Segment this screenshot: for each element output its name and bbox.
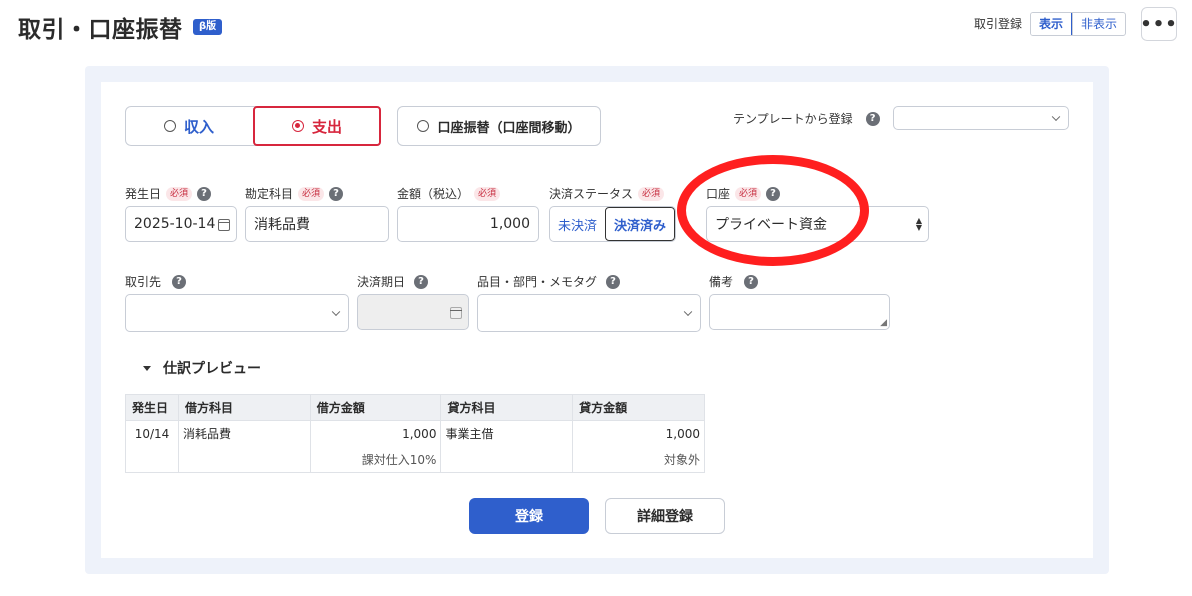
template-select[interactable] xyxy=(893,106,1069,130)
settled-option[interactable]: 決済済み xyxy=(605,207,676,241)
help-icon[interactable]: ? xyxy=(606,274,621,289)
template-label: テンプレートから登録 xyxy=(733,112,853,126)
table-header-row: 発生日 借方科目 借方金額 貸方科目 貸方金額 xyxy=(125,394,705,421)
row-credit-amount: 1,000 xyxy=(572,420,705,447)
column-header: 借方金額 xyxy=(309,394,442,421)
row-credit-item: 事業主借 xyxy=(440,420,574,447)
income-label: 収入 xyxy=(183,117,214,136)
amount-label: 金額（税込） xyxy=(397,187,470,201)
account-item-label: 勘定科目 xyxy=(245,187,294,201)
column-header: 借方科目 xyxy=(177,394,311,421)
display-toggle: 表示 非表示 xyxy=(1030,12,1127,36)
more-icon: ••• xyxy=(1140,13,1178,35)
expense-button[interactable]: 支出 xyxy=(253,106,381,146)
help-icon[interactable]: ? xyxy=(414,274,429,289)
hide-option[interactable]: 非表示 xyxy=(1072,13,1125,35)
tags-label-row: 品目・部門・メモタグ ? xyxy=(477,273,621,290)
income-button[interactable]: 収入 xyxy=(125,106,253,146)
tags-label: 品目・部門・メモタグ xyxy=(477,275,598,289)
date-label: 発生日 xyxy=(125,187,162,201)
required-badge: 必須 xyxy=(166,186,193,201)
required-badge: 必須 xyxy=(735,186,762,201)
memo-textarea[interactable]: ◢ xyxy=(709,294,890,330)
preview-toggle[interactable]: 仕訳プレビュー xyxy=(143,358,261,378)
journal-preview-table: 発生日 借方科目 借方金額 貸方科目 貸方金額 10/14 消耗品費 1,000… xyxy=(125,394,705,473)
date-input[interactable]: 2025-10-14 xyxy=(125,206,237,242)
due-date-input[interactable] xyxy=(357,294,469,330)
amount-input[interactable]: 1,000 xyxy=(397,206,539,242)
table-row: 10/14 消耗品費 1,000 事業主借 1,000 xyxy=(125,420,705,447)
date-value: 2025-10-14 xyxy=(134,216,216,232)
account-item-input[interactable]: 消耗品費 xyxy=(245,206,389,242)
row-debit-item: 消耗品費 xyxy=(177,420,311,447)
account-item-label-row: 勘定科目 必須 ? xyxy=(245,185,344,202)
page-title: 取引・口座振替 xyxy=(18,17,183,43)
column-header: 貸方科目 xyxy=(440,394,574,421)
table-row-tax: 課対仕入10% 対象外 xyxy=(125,446,705,473)
calendar-icon[interactable] xyxy=(218,219,230,231)
select-arrows-icon: ▲ ▼ xyxy=(915,216,922,232)
column-header: 発生日 xyxy=(125,394,179,421)
more-menu-button[interactable]: ••• xyxy=(1140,7,1178,41)
wallet-value: プライベート資金 xyxy=(715,217,827,233)
partner-label-row: 取引先 ? xyxy=(125,273,187,290)
preview-title: 仕訳プレビュー xyxy=(163,361,261,377)
status-toggle: 未決済 決済済み xyxy=(549,206,677,242)
help-icon[interactable]: ? xyxy=(329,186,344,201)
partner-label: 取引先 xyxy=(125,275,162,289)
memo-label: 備考 xyxy=(709,275,734,289)
account-item-value: 消耗品費 xyxy=(254,217,310,233)
date-label-row: 発生日 必須 ? xyxy=(125,185,212,202)
partner-select[interactable] xyxy=(125,294,349,332)
expense-label: 支出 xyxy=(311,117,342,136)
wallet-label-row: 口座 必須 ? xyxy=(706,185,781,202)
chevron-down-icon xyxy=(683,307,693,317)
radio-icon xyxy=(163,120,176,132)
register-button[interactable]: 登録 xyxy=(469,498,589,534)
wallet-select[interactable]: プライベート資金 ▲ ▼ xyxy=(706,206,929,242)
chevron-down-icon xyxy=(1051,112,1061,122)
resize-handle-icon[interactable]: ◢ xyxy=(880,318,887,328)
status-label: 決済ステータス xyxy=(549,187,634,201)
calendar-icon xyxy=(450,307,462,319)
transfer-button[interactable]: 口座振替（口座間移動） xyxy=(397,106,601,146)
due-date-label: 決済期日 xyxy=(357,275,406,289)
template-label-row: テンプレートから登録 ? xyxy=(733,110,880,127)
tags-select[interactable] xyxy=(477,294,701,332)
memo-label-row: 備考 ? xyxy=(709,273,759,290)
row-debit-tax: 課対仕入10% xyxy=(309,446,442,473)
help-icon[interactable]: ? xyxy=(197,186,212,201)
amount-label-row: 金額（税込） 必須 xyxy=(397,185,501,202)
row-date: 10/14 xyxy=(125,420,179,447)
detail-register-button[interactable]: 詳細登録 xyxy=(605,498,725,534)
row-debit-amount: 1,000 xyxy=(309,420,442,447)
radio-selected-icon xyxy=(291,120,304,132)
wallet-label: 口座 xyxy=(706,187,731,201)
due-date-label-row: 決済期日 ? xyxy=(357,273,429,290)
register-display-label: 取引登録 xyxy=(974,17,1023,31)
status-label-row: 決済ステータス 必須 xyxy=(549,185,665,202)
required-badge: 必須 xyxy=(474,186,501,201)
required-badge: 必須 xyxy=(298,186,325,201)
help-icon[interactable]: ? xyxy=(766,186,781,201)
required-badge: 必須 xyxy=(638,186,665,201)
amount-value: 1,000 xyxy=(489,216,530,232)
help-icon[interactable]: ? xyxy=(744,274,759,289)
show-option[interactable]: 表示 xyxy=(1031,13,1073,35)
beta-badge: β版 xyxy=(193,19,223,35)
radio-icon xyxy=(417,120,430,132)
column-header: 貸方金額 xyxy=(572,394,705,421)
caret-down-icon xyxy=(143,365,151,371)
transfer-label: 口座振替（口座間移動） xyxy=(437,120,581,136)
chevron-down-icon xyxy=(331,307,341,317)
row-credit-tax: 対象外 xyxy=(572,446,705,473)
help-icon[interactable]: ? xyxy=(172,274,187,289)
unsettled-option[interactable]: 未決済 xyxy=(550,207,605,241)
help-icon[interactable]: ? xyxy=(865,111,880,126)
